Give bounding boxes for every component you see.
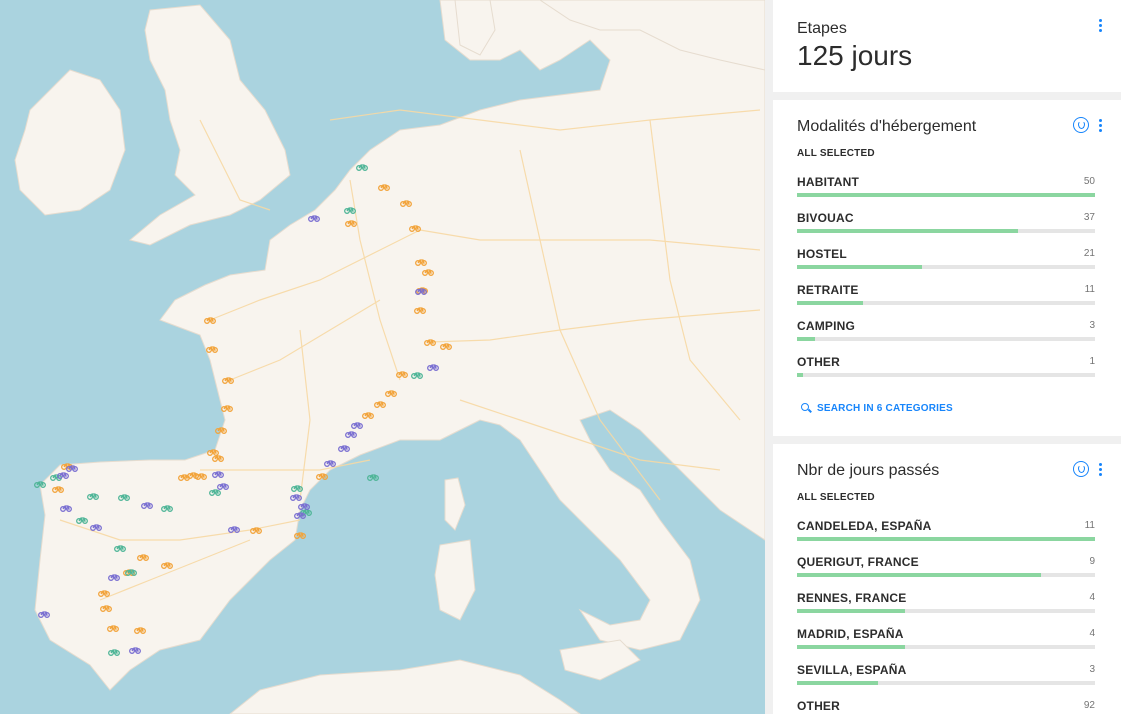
category-bar-track [797, 229, 1095, 233]
category-label: BIVOUAC [797, 211, 854, 225]
more-options-icon[interactable] [1093, 462, 1107, 478]
category-label: SEVILLA, ESPAÑA [797, 663, 907, 677]
category-count: 4 [1089, 628, 1095, 639]
color-by-icon[interactable] [1073, 461, 1089, 477]
category-bar-track [797, 193, 1095, 197]
category-label: RETRAITE [797, 283, 859, 297]
accommodation-widget: Modalités d'hébergement ALL SELECTED HAB… [773, 100, 1121, 436]
corsica-landmass [444, 477, 466, 531]
category-row[interactable]: MADRID, ESPAÑA 4 [797, 627, 1095, 663]
land-layer [14, 0, 765, 714]
category-row[interactable]: RENNES, FRANCE 4 [797, 591, 1095, 627]
category-bar [797, 265, 923, 269]
category-bar [797, 681, 879, 685]
category-label: QUERIGUT, FRANCE [797, 555, 919, 569]
bicycle-icon[interactable] [367, 474, 379, 481]
category-count: 3 [1089, 664, 1095, 675]
category-bar-track [797, 537, 1095, 541]
ireland-landmass [14, 69, 126, 216]
continent-landmass [34, 0, 765, 691]
category-bar [797, 373, 803, 377]
category-row[interactable]: HOSTEL 21 [797, 247, 1095, 283]
category-row[interactable]: BIVOUAC 37 [797, 211, 1095, 247]
search-icon [801, 403, 809, 411]
category-count: 92 [1083, 700, 1095, 711]
category-label: RENNES, FRANCE [797, 591, 907, 605]
search-categories-link[interactable]: SEARCH IN 6 CATEGORIES [801, 403, 953, 414]
sardinia-landmass [434, 539, 476, 621]
widget-panel: Etapes 125 jours Modalités d'hébergement… [765, 0, 1121, 714]
category-bar-track [797, 301, 1095, 305]
summary-card: Etapes 125 jours [773, 0, 1121, 92]
color-by-icon[interactable] [1073, 117, 1089, 133]
category-bar [797, 193, 1095, 197]
category-count: 11 [1084, 520, 1095, 531]
category-row[interactable]: CANDELEDA, ESPAÑA 11 [797, 519, 1095, 555]
bicycle-icon[interactable] [294, 532, 306, 539]
more-options-icon[interactable] [1093, 18, 1107, 34]
category-bar [797, 645, 906, 649]
category-label: HABITANT [797, 175, 860, 189]
summary-value: 125 jours [797, 40, 913, 71]
category-bar [797, 609, 906, 613]
category-count: 3 [1089, 320, 1095, 331]
category-label: OTHER [797, 355, 840, 369]
map-view[interactable] [0, 0, 765, 714]
widget-title: Modalités d'hébergement [797, 118, 977, 135]
category-bar [797, 337, 815, 341]
category-label: CANDELEDA, ESPAÑA [797, 519, 932, 533]
category-bar-track [797, 645, 1095, 649]
category-row[interactable]: CAMPING 3 [797, 319, 1095, 355]
category-count: 4 [1089, 592, 1095, 603]
category-label: CAMPING [797, 319, 856, 333]
search-categories-label: SEARCH IN 6 CATEGORIES [817, 403, 953, 414]
category-bar-track [797, 373, 1095, 377]
category-row[interactable]: QUERIGUT, FRANCE 9 [797, 555, 1095, 591]
category-bar-track [797, 573, 1095, 577]
category-count: 50 [1083, 176, 1095, 187]
category-count: 11 [1084, 284, 1095, 295]
category-row[interactable]: HABITANT 50 [797, 175, 1095, 211]
category-bar-track [797, 265, 1095, 269]
category-count: 21 [1083, 248, 1095, 259]
selection-status: ALL SELECTED [797, 148, 875, 159]
category-bar-track [797, 681, 1095, 685]
category-bar [797, 537, 1095, 541]
africa-landmass [229, 659, 581, 714]
summary-title: Etapes [797, 20, 847, 37]
category-row[interactable]: RETRAITE 11 [797, 283, 1095, 319]
category-bar [797, 573, 1041, 577]
category-row[interactable]: OTHER 92 [797, 699, 1095, 714]
days-widget: Nbr de jours passés ALL SELECTED CANDELE… [773, 444, 1121, 714]
category-bar-track [797, 337, 1095, 341]
category-label: MADRID, ESPAÑA [797, 627, 904, 641]
category-row[interactable]: SEVILLA, ESPAÑA 3 [797, 663, 1095, 699]
category-bar-track [797, 609, 1095, 613]
selection-status: ALL SELECTED [797, 492, 875, 503]
category-bar [797, 301, 863, 305]
category-row[interactable]: OTHER 1 [797, 355, 1095, 391]
category-label: OTHER [797, 699, 840, 713]
category-bar [797, 229, 1018, 233]
more-options-icon[interactable] [1093, 118, 1107, 134]
category-count: 1 [1089, 356, 1095, 367]
widget-title: Nbr de jours passés [797, 462, 940, 479]
category-label: HOSTEL [797, 247, 847, 261]
category-count: 37 [1083, 212, 1095, 223]
category-count: 9 [1089, 556, 1095, 567]
map-canvas[interactable] [0, 0, 765, 714]
